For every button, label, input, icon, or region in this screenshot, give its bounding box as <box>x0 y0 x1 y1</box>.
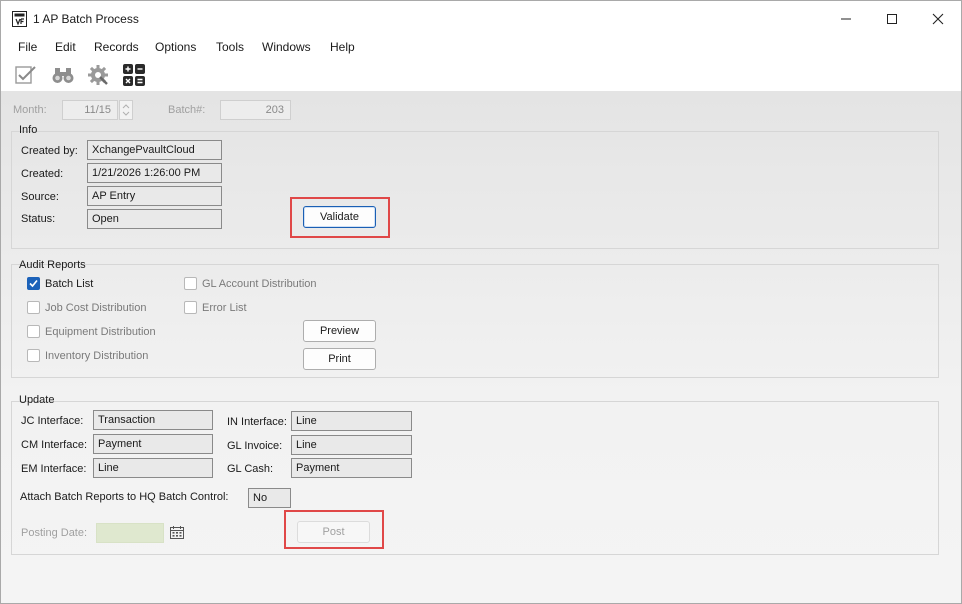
created-field[interactable]: 1/21/2026 1:26:00 PM <box>87 163 222 183</box>
jc-interface-field[interactable]: Transaction <box>93 410 213 430</box>
gl-account-distribution-label: GL Account Distribution <box>202 278 317 290</box>
binoculars-icon[interactable] <box>51 64 75 86</box>
window-title: 1 AP Batch Process <box>33 12 139 26</box>
in-interface-label: IN Interface: <box>227 416 287 428</box>
posting-date-field[interactable] <box>96 523 164 543</box>
equipment-distribution-label: Equipment Distribution <box>45 326 156 338</box>
created-by-field[interactable]: XchangePvaultCloud <box>87 140 222 160</box>
title-bar: 1 AP Batch Process <box>1 1 961 37</box>
menu-windows[interactable]: Windows <box>262 40 311 54</box>
checkmark-icon <box>29 279 38 288</box>
app-window: 1 AP Batch Process File Edit Records Opt… <box>0 0 962 604</box>
month-field[interactable]: 11/15 <box>62 100 118 120</box>
em-interface-field[interactable]: Line <box>93 458 213 478</box>
em-interface-label: EM Interface: <box>21 463 87 475</box>
form-content: Month: 11/15 Batch#: 203 Info Created by… <box>1 91 961 603</box>
menu-file[interactable]: File <box>18 40 37 54</box>
batch-number-field[interactable]: 203 <box>220 100 291 120</box>
inventory-distribution-checkbox[interactable] <box>27 349 40 362</box>
attach-batch-reports-field[interactable]: No <box>248 488 291 508</box>
menu-tools[interactable]: Tools <box>216 40 244 54</box>
validate-button[interactable]: Validate <box>303 206 376 228</box>
calculator-icon[interactable] <box>122 64 146 86</box>
month-label: Month: <box>13 104 47 116</box>
menu-options[interactable]: Options <box>155 40 196 54</box>
jc-interface-label: JC Interface: <box>21 415 84 427</box>
status-field[interactable]: Open <box>87 209 222 229</box>
menu-help[interactable]: Help <box>330 40 355 54</box>
print-button[interactable]: Print <box>303 348 376 370</box>
batch-label: Batch#: <box>168 104 206 116</box>
app-icon <box>12 11 27 27</box>
gl-invoice-label: GL Invoice: <box>227 440 283 452</box>
error-list-label: Error List <box>202 302 247 314</box>
in-interface-field[interactable]: Line <box>291 411 412 431</box>
job-cost-distribution-label: Job Cost Distribution <box>45 302 147 314</box>
post-button[interactable]: Post <box>297 521 370 543</box>
posting-date-label: Posting Date: <box>21 527 88 539</box>
batch-list-checkbox[interactable] <box>27 277 40 290</box>
inventory-distribution-label: Inventory Distribution <box>45 350 149 362</box>
cm-interface-field[interactable]: Payment <box>93 434 213 454</box>
gl-invoice-field[interactable]: Line <box>291 435 412 455</box>
audit-reports-group <box>11 264 939 378</box>
source-field[interactable]: AP Entry <box>87 186 222 206</box>
source-label: Source: <box>21 191 59 203</box>
minimize-icon <box>841 18 851 20</box>
minimize-button[interactable] <box>823 1 869 37</box>
audit-reports-title: Audit Reports <box>19 259 86 271</box>
spinner-arrows-icon <box>122 104 130 116</box>
created-by-label: Created by: <box>21 145 78 157</box>
checklist-icon[interactable] <box>14 64 38 86</box>
menu-bar: File Edit Records Options Tools Windows … <box>1 37 961 59</box>
close-button[interactable] <box>915 1 961 37</box>
menu-records[interactable]: Records <box>94 40 139 54</box>
error-list-checkbox[interactable] <box>184 301 197 314</box>
info-group-title: Info <box>19 124 38 136</box>
toolbar <box>1 59 961 91</box>
update-group-title: Update <box>19 394 55 406</box>
menu-edit[interactable]: Edit <box>55 40 76 54</box>
attach-batch-reports-label: Attach Batch Reports to HQ Batch Control… <box>20 491 229 503</box>
gl-account-distribution-checkbox[interactable] <box>184 277 197 290</box>
batch-list-label: Batch List <box>45 278 94 290</box>
equipment-distribution-checkbox[interactable] <box>27 325 40 338</box>
maximize-button[interactable] <box>869 1 915 37</box>
gear-icon[interactable] <box>86 64 110 86</box>
month-spinner[interactable] <box>119 100 133 120</box>
calendar-icon[interactable] <box>169 525 185 540</box>
cm-interface-label: CM Interface: <box>21 439 88 451</box>
created-label: Created: <box>21 168 64 180</box>
close-icon <box>932 13 944 25</box>
status-label: Status: <box>21 213 56 225</box>
preview-button[interactable]: Preview <box>303 320 376 342</box>
gl-cash-label: GL Cash: <box>227 463 274 475</box>
maximize-icon <box>887 14 897 24</box>
gl-cash-field[interactable]: Payment <box>291 458 412 478</box>
job-cost-distribution-checkbox[interactable] <box>27 301 40 314</box>
